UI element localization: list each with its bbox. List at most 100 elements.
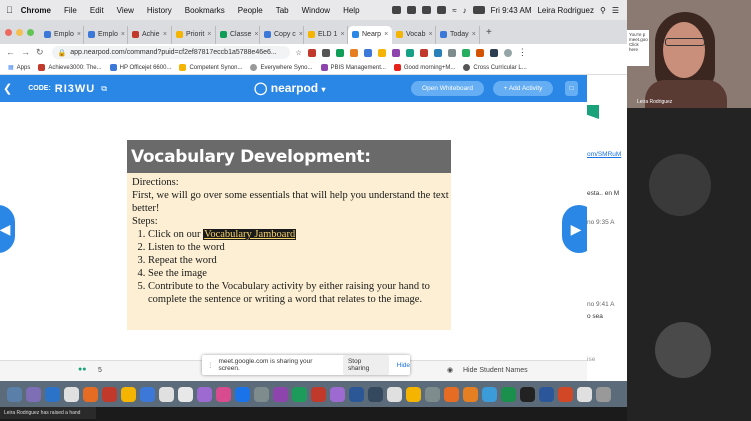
- bookmark-star-icon[interactable]: ☆: [296, 49, 302, 57]
- close-tab-icon[interactable]: ×: [472, 31, 476, 38]
- dock-app-icon[interactable]: [425, 386, 440, 402]
- close-tab-icon[interactable]: ×: [77, 31, 81, 38]
- bookmark-item[interactable]: Everywhere Syno...: [250, 64, 313, 71]
- volume-icon[interactable]: ♪: [463, 6, 467, 15]
- dock-app-icon[interactable]: [463, 386, 478, 402]
- browser-tab[interactable]: ELD 1 ×: [304, 25, 348, 44]
- extension-icon[interactable]: [321, 48, 330, 57]
- extension-icon[interactable]: [433, 48, 442, 57]
- extension-icon[interactable]: [475, 48, 484, 57]
- close-tab-icon[interactable]: ×: [254, 31, 258, 38]
- previous-slide-button[interactable]: ◀: [0, 205, 15, 253]
- dock-app-icon[interactable]: [7, 386, 22, 402]
- menu-user[interactable]: Leira Rodriguez: [537, 6, 593, 15]
- menu-list-icon[interactable]: ☰: [612, 6, 619, 15]
- extension-icon[interactable]: [447, 48, 456, 57]
- dock-app-icon[interactable]: [539, 386, 554, 402]
- dock-app-icon[interactable]: [216, 386, 231, 402]
- bookmark-item[interactable]: Achieve3000: The...: [38, 64, 102, 71]
- battery-icon[interactable]: [472, 6, 485, 14]
- browser-tab[interactable]: Achie ×: [128, 25, 172, 44]
- dock-app-icon[interactable]: [349, 386, 364, 402]
- browser-tab[interactable]: Priorit ×: [172, 25, 216, 44]
- close-tab-icon[interactable]: ×: [163, 31, 167, 38]
- dock-app-icon[interactable]: [102, 386, 117, 402]
- minimize-window-button[interactable]: [16, 28, 23, 36]
- dock-app-icon[interactable]: [273, 386, 288, 402]
- dock-app-icon[interactable]: [140, 386, 155, 402]
- browser-tab[interactable]: Today ×: [436, 25, 480, 44]
- extension-icon[interactable]: [461, 48, 470, 57]
- wifi-icon[interactable]: ≈: [452, 6, 456, 15]
- dock-app-icon[interactable]: [197, 386, 212, 402]
- open-whiteboard-button[interactable]: Open Whiteboard: [411, 81, 484, 96]
- dock-app-icon[interactable]: [444, 386, 459, 402]
- apple-icon[interactable]: : [6, 5, 13, 15]
- chevron-down-icon[interactable]: ▾: [321, 85, 325, 94]
- menu-history[interactable]: History: [147, 6, 172, 15]
- extension-icon[interactable]: [335, 48, 344, 57]
- dock-app-icon[interactable]: [121, 386, 136, 402]
- dock-app-icon[interactable]: [330, 386, 345, 402]
- menu-tab[interactable]: Tab: [276, 6, 289, 15]
- add-activity-button[interactable]: + Add Activity: [493, 81, 553, 96]
- dock-app-icon[interactable]: [368, 386, 383, 402]
- menu-help[interactable]: Help: [343, 6, 359, 15]
- bookmark-item[interactable]: PBIS Management...: [320, 64, 386, 71]
- forward-arrow-icon[interactable]: →: [21, 47, 30, 58]
- back-arrow-icon[interactable]: ←: [6, 47, 15, 58]
- extension-icon[interactable]: [419, 48, 428, 57]
- dock-app-icon[interactable]: [387, 386, 402, 402]
- close-tab-icon[interactable]: ×: [384, 31, 388, 38]
- extension-icon[interactable]: [489, 48, 498, 57]
- extension-icon[interactable]: [349, 48, 358, 57]
- bookmark-item[interactable]: Good morning+M...: [393, 64, 455, 71]
- bookmark-item[interactable]: Competent Synon...: [179, 64, 242, 71]
- menu-app-name[interactable]: Chrome: [21, 6, 51, 15]
- stop-sharing-button[interactable]: Stop sharing: [342, 355, 389, 375]
- dock-app-icon[interactable]: [292, 386, 307, 402]
- dock-app-icon[interactable]: [406, 386, 421, 402]
- dock-app-icon[interactable]: [83, 386, 98, 402]
- chat-link[interactable]: om/SMRuM: [587, 151, 621, 158]
- menu-view[interactable]: View: [117, 6, 134, 15]
- dock-app-icon[interactable]: [26, 386, 41, 402]
- drag-handle-icon[interactable]: ⋮: [207, 361, 214, 369]
- dock-app-icon[interactable]: [558, 386, 573, 402]
- dock-app-icon[interactable]: [501, 386, 516, 402]
- status-icon[interactable]: [437, 6, 447, 14]
- menu-people[interactable]: People: [238, 6, 263, 15]
- close-tab-icon[interactable]: ×: [121, 31, 125, 38]
- dock-app-icon[interactable]: [311, 386, 326, 402]
- close-tab-icon[interactable]: ×: [340, 31, 344, 38]
- dock-app-icon[interactable]: [577, 386, 592, 402]
- close-tab-icon[interactable]: ×: [207, 31, 211, 38]
- dock-app-icon[interactable]: [45, 386, 60, 402]
- menu-file[interactable]: File: [64, 6, 77, 15]
- more-menu-icon[interactable]: ⋮: [518, 47, 527, 58]
- status-icon[interactable]: [392, 6, 402, 14]
- browser-tab[interactable]: Copy c ×: [260, 25, 304, 44]
- bookmark-item[interactable]: Cross Curricular L...: [463, 64, 527, 71]
- status-icon[interactable]: [422, 6, 432, 14]
- extension-icon[interactable]: [377, 48, 386, 57]
- dock-app-icon[interactable]: [482, 386, 497, 402]
- browser-tab[interactable]: Nearp ×: [348, 25, 392, 44]
- dock-app-icon[interactable]: [520, 386, 535, 402]
- meet-popup[interactable]: You're p meet.goo Click here: [627, 30, 649, 66]
- menu-window[interactable]: Window: [302, 6, 330, 15]
- profile-avatar[interactable]: [503, 48, 512, 57]
- browser-tab[interactable]: Emplo ×: [40, 25, 84, 44]
- browser-tab[interactable]: Classe ×: [216, 25, 260, 44]
- close-tab-icon[interactable]: ×: [428, 31, 432, 38]
- back-chevron-icon[interactable]: ❮: [3, 82, 12, 95]
- extension-icon[interactable]: [391, 48, 400, 57]
- dock-app-icon[interactable]: [64, 386, 79, 402]
- share-code-icon[interactable]: ⧉: [101, 84, 107, 94]
- new-tab-button[interactable]: +: [486, 27, 492, 38]
- browser-tab[interactable]: Vocab ×: [392, 25, 436, 44]
- menu-clock[interactable]: Fri 9:43 AM: [491, 6, 532, 15]
- dock-app-icon[interactable]: [178, 386, 193, 402]
- chat-icon[interactable]: □: [565, 81, 578, 96]
- bookmark-apps[interactable]: ▦ Apps: [8, 64, 30, 72]
